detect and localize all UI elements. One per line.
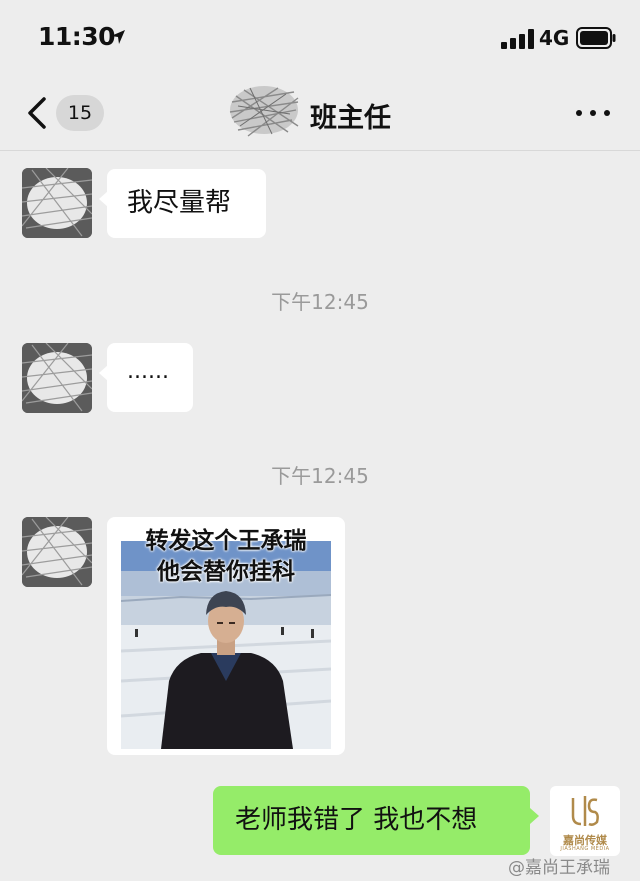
contact-name-scribble xyxy=(229,86,299,137)
contact-avatar[interactable] xyxy=(22,517,92,587)
status-time: 11:30 xyxy=(38,22,116,51)
meme-caption-line: 转发这个王承瑞 xyxy=(145,528,307,554)
signal-icon xyxy=(501,29,534,49)
message-text: 我尽量帮 xyxy=(127,188,232,218)
meme-caption-line: 他会替你挂科 xyxy=(157,559,295,585)
watermark-text: @嘉尚王承瑞 xyxy=(508,858,610,878)
more-options-button[interactable] xyxy=(574,100,612,126)
unread-count-badge: 15 xyxy=(56,95,104,131)
message-timestamp: 下午12:45 xyxy=(271,290,369,314)
back-button[interactable]: 15 xyxy=(26,91,116,137)
chevron-left-icon xyxy=(28,97,46,129)
dot xyxy=(576,110,582,116)
contact-avatar[interactable] xyxy=(22,343,92,413)
contact-avatar[interactable] xyxy=(22,168,92,238)
message-timestamp: 下午12:45 xyxy=(271,464,369,488)
chat-nav-bar: 15 班主任 xyxy=(0,78,640,151)
battery-icon xyxy=(576,27,616,49)
status-bar: 11:30 4G xyxy=(0,0,640,78)
scribbled-avatar-image xyxy=(22,517,92,587)
dot xyxy=(590,110,596,116)
message-text: ...... xyxy=(127,359,169,384)
received-message-bubble[interactable]: ...... xyxy=(99,343,193,412)
message-text: 老师我错了 我也不想 xyxy=(235,805,478,835)
my-avatar[interactable]: 嘉尚传媒 JIASHANG MEDIA xyxy=(550,786,620,856)
received-message-bubble[interactable]: 我尽量帮 xyxy=(99,169,266,238)
brand-name-en: JIASHANG MEDIA xyxy=(560,846,610,852)
brand-logo-icon xyxy=(571,796,599,826)
chat-title: 班主任 xyxy=(310,103,391,134)
sent-message-bubble[interactable]: 老师我错了 我也不想 xyxy=(213,786,539,855)
received-image-message[interactable]: 转发这个王承瑞 他会替你挂科 xyxy=(107,517,345,755)
location-arrow-icon xyxy=(111,30,125,44)
scribbled-avatar-image xyxy=(22,168,92,238)
dot xyxy=(604,110,610,116)
network-type: 4G xyxy=(539,26,570,50)
scribbled-avatar-image xyxy=(22,343,92,413)
